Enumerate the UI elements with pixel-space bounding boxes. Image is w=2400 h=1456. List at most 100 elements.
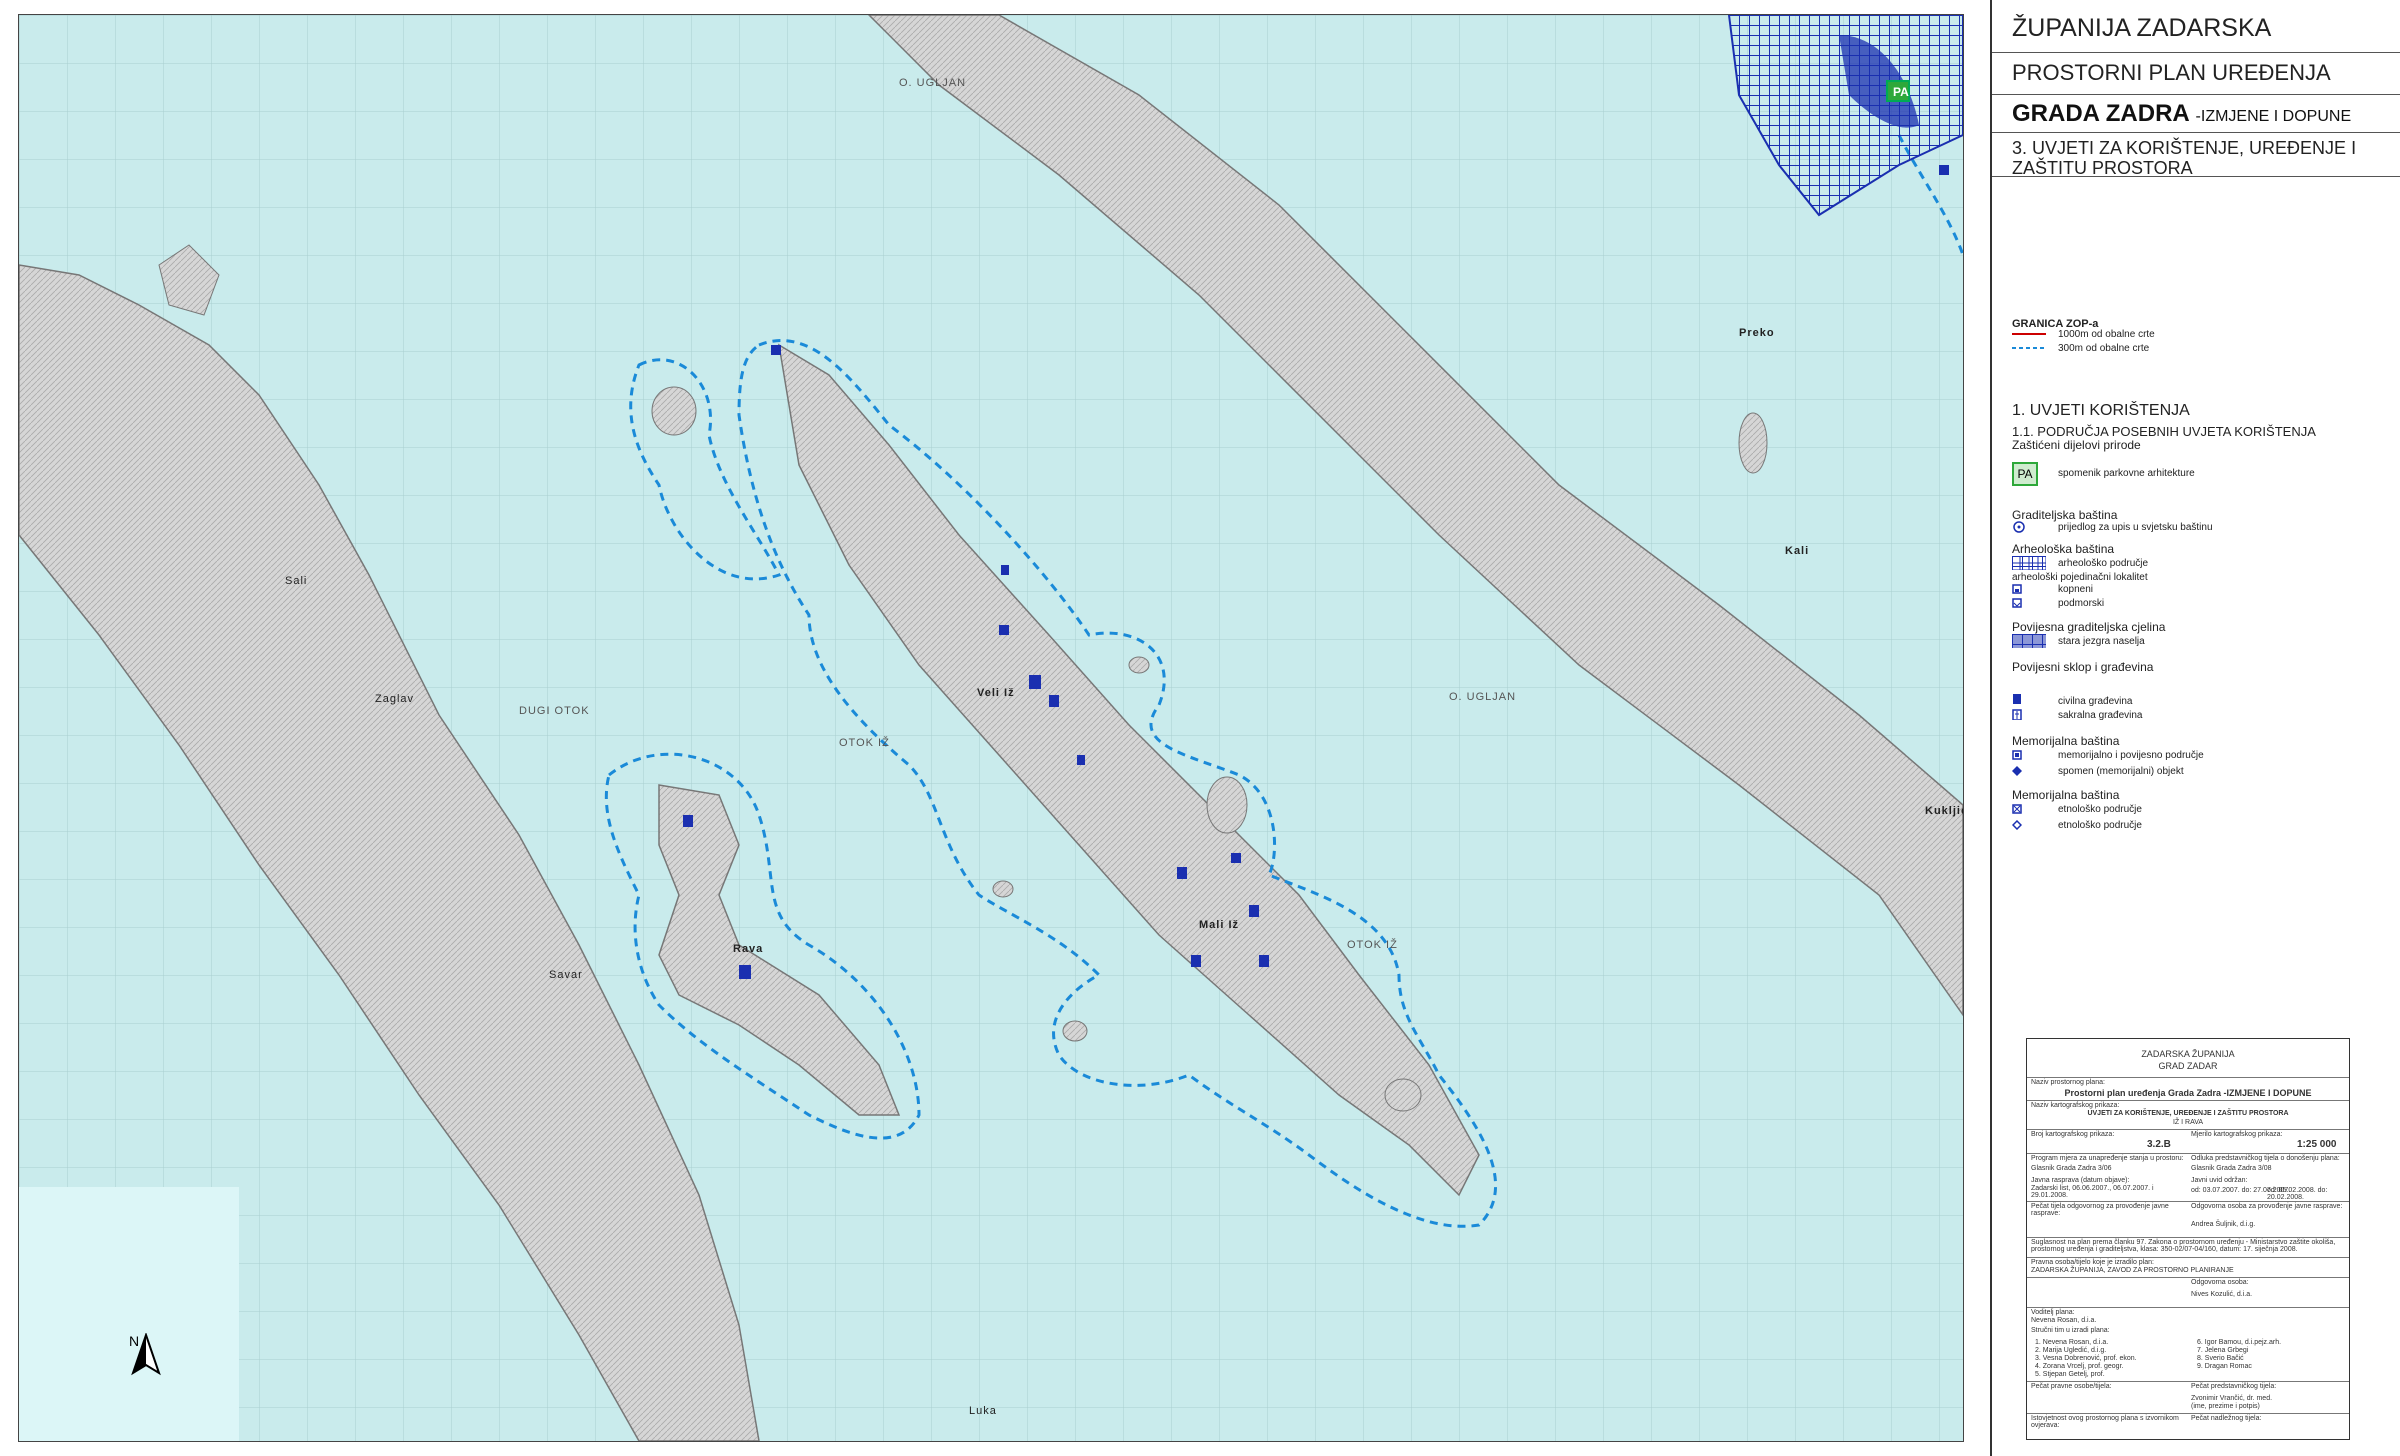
- pa-legend-icon: PA: [2012, 462, 2038, 486]
- tb-plan-name: Prostorni plan uređenja Grada Zadra -IZM…: [2064, 1088, 2312, 1098]
- legend-sec1: 1. UVJETI KORIŠTENJA: [2012, 402, 2190, 419]
- tb-izrad-lbl: Pravna osoba/tijelo koje je izradilo pla…: [2031, 1259, 2154, 1266]
- tb-voditelj-val: Nevena Rosan, d.i.a.: [2031, 1317, 2097, 1324]
- tb-odg-val: Andrea Šuljnik, d.i.g.: [2191, 1221, 2256, 1228]
- map-label-zaglav: Zaglav: [375, 693, 415, 705]
- tb-tim-2: 2. Marija Ugledić, d.i.g.: [2035, 1347, 2107, 1354]
- map-label-otok-iz-2: OTOK IŽ: [1347, 939, 1398, 951]
- legend-mem2-head: Memorijalna baština: [2012, 788, 2120, 802]
- header-sheet-title: 3. UVJETI ZA KORIŠTENJE, UREĐENJE I ZAŠT…: [2012, 138, 2357, 178]
- map-label-preko: Preko: [1739, 327, 1775, 339]
- legend-arh-sites: arheološki pojedinačni lokalitet: [2012, 572, 2148, 583]
- world-heritage-icon: [2013, 521, 2025, 533]
- map-label-veli-iz: Veli Iž: [977, 687, 1015, 699]
- map-label-dugi-otok: DUGI OTOK: [519, 705, 590, 717]
- tb-scale: 1:25 000: [2297, 1139, 2337, 1150]
- map-label-rava: Rava: [733, 943, 764, 955]
- zop-lines-icon: [2012, 333, 2046, 349]
- header-sheet-row: 3. UVJETI ZA KORIŠTENJE, UREĐENJE I ZAŠT…: [1992, 132, 2400, 178]
- inset-area: [19, 1187, 239, 1441]
- map-label-ugljan-north: O. UGLJAN: [899, 77, 967, 89]
- tb-tim-5: 5. Stjepan Getelj, prof.: [2035, 1371, 2105, 1378]
- map-canvas: [19, 15, 1963, 1441]
- header-plan-row: PROSTORNI PLAN UREĐENJA: [1992, 52, 2400, 95]
- legend-sec11: 1.1. PODRUČJA POSEBNIH UVJETA KORIŠTENJA: [2012, 424, 2316, 439]
- legend-mem-head: Memorijalna baština: [2012, 734, 2120, 748]
- tb-pecat2-lbl: Pečat pravne osobe/tijela:: [2031, 1383, 2112, 1390]
- tb-javna-lbl: Javna rasprava (datum objave):: [2031, 1177, 2130, 1184]
- header-suffix: -IZMJENE I DOPUNE: [2195, 108, 2352, 125]
- legend-civ: civilna građevina: [2058, 696, 2133, 707]
- legend-sklop-head: Povijesni sklop i građevina: [2012, 660, 2154, 674]
- arch-sea-icon: [2012, 598, 2022, 608]
- legend-zop-1000: 1000m od obalne crte: [2058, 329, 2155, 340]
- sacral-building-icon: [2012, 709, 2022, 720]
- legend-etno1: etnološko područje: [2058, 804, 2142, 815]
- tb-tim-6: 6. Igor Bamou, d.i.pejz.arh.: [2197, 1339, 2282, 1346]
- tb-odluka-lbl: Odluka predstavničkog tijela o donošenju…: [2191, 1155, 2340, 1162]
- legend-arh-kop: kopneni: [2058, 584, 2094, 595]
- civil-building-icon: [2013, 694, 2021, 704]
- map-label-kali: Kali: [1785, 545, 1810, 557]
- arch-area-icon: [2012, 556, 2046, 570]
- tb-plan-lbl: Naziv prostornog plana:: [2031, 1079, 2105, 1086]
- tb-num-lbl: Broj kartografskog prikaza:: [2031, 1131, 2115, 1138]
- tb-scale-lbl: Mjerilo kartografskog prikaza:: [2191, 1131, 2283, 1138]
- legend-mem1: memorijalno i povijesno područje: [2058, 750, 2204, 761]
- legend-grad-item: prijedlog za upis u svjetsku baštinu: [2058, 522, 2213, 533]
- map-label-luka: Luka: [969, 1405, 997, 1417]
- map-label-otok-iz: OTOK IŽ: [839, 737, 890, 749]
- legend-sec11b: Zaštićeni dijelovi prirode: [2012, 438, 2141, 452]
- legend-zop-300: 300m od obalne crte: [2058, 343, 2150, 354]
- map-frame[interactable]: O. UGLJAN DUGI OTOK OTOK IŽ O. UGLJAN OT…: [18, 14, 1964, 1442]
- tb-odgov-val: Nives Kozulić, d.i.a.: [2191, 1291, 2253, 1298]
- map-label-savar: Savar: [549, 969, 583, 981]
- tb-prog-val: Glasnik Grada Zadra 3/06: [2031, 1165, 2112, 1172]
- tb-uvid2: od: 05.02.2008. do: 20.02.2008.: [2267, 1187, 2328, 1201]
- tb-org1: ZADARSKA ŽUPANIJA: [2141, 1049, 2235, 1059]
- tb-sheet-sub: IŽ I RAVA: [2172, 1119, 2204, 1126]
- tb-uvid-lbl: Javni uvid održan:: [2191, 1177, 2248, 1184]
- tb-pecat-lbl: Pečat tijela odgovornog za provođenje ja…: [2031, 1203, 2169, 1217]
- tb-odluka-val: Glasnik Grada Zadra 3/08: [2191, 1165, 2272, 1172]
- tb-pred-lbl: (ime, prezime i potpis): [2191, 1403, 2260, 1410]
- legend-arh-pod: podmorski: [2058, 598, 2105, 609]
- legend-arh-head: Arheološka baština: [2012, 542, 2115, 556]
- map-label-ugljan-east: O. UGLJAN: [1449, 691, 1517, 703]
- memorial-area-icon: [2012, 750, 2022, 760]
- pa-marker-label: PA: [1893, 85, 1909, 99]
- legend-pov-head: Povijesna graditeljska cjelina: [2012, 620, 2166, 634]
- tb-pecat4-lbl: Pečat nadležnog tijela:: [2191, 1415, 2262, 1422]
- map-label-kukljica: Kukljica: [1925, 805, 1963, 817]
- tb-tim-3: 3. Vesna Dobrenović, prof. ekon.: [2035, 1355, 2137, 1362]
- tb-sheet-name: UVJETI ZA KORIŠTENJE, UREĐENJE I ZAŠTITU…: [2087, 1110, 2289, 1117]
- legend-pov-item: stara jezgra naselja: [2058, 636, 2145, 647]
- header-city-row: GRADA ZADRA -IZMJENE I DOPUNE: [1992, 94, 2400, 133]
- north-arrow: N: [129, 1333, 161, 1376]
- tb-istov-lbl: Istovjetnost ovog prostornog plana s izv…: [2031, 1415, 2179, 1429]
- map-label-mali-iz: Mali Iž: [1199, 919, 1240, 931]
- tb-sheet-lbl: Naziv kartografskog prikaza:: [2031, 1102, 2120, 1109]
- tb-num: 3.2.B: [2147, 1139, 2171, 1150]
- tb-pred-val: Zvonimir Vrančić, dr. med.: [2191, 1395, 2273, 1402]
- map-label-sali: Sali: [285, 575, 308, 587]
- tb-tim-9: 9. Dragan Romac: [2197, 1363, 2252, 1370]
- legend-mem2: spomen (memorijalni) objekt: [2058, 766, 2184, 777]
- tb-org2: GRAD ZADAR: [2158, 1061, 2218, 1071]
- legend-etno2: etnološko područje: [2058, 820, 2142, 831]
- tb-suglasnost: Suglasnost na plan prema članku 97. Zako…: [2031, 1239, 2336, 1253]
- header-city: GRADA ZADRA: [2012, 100, 2189, 127]
- tb-odgov-lbl: Odgovorna osoba:: [2191, 1279, 2249, 1286]
- tb-javna-val: Zadarski list, 06.06.2007., 06.07.2007. …: [2031, 1185, 2154, 1199]
- header-plan: PROSTORNI PLAN UREĐENJA: [2012, 60, 2331, 85]
- ethno-area-icon: [2012, 804, 2022, 814]
- tb-voditelj-lbl: Voditelj plana:: [2031, 1309, 2075, 1316]
- tb-pecat3-lbl: Pečat predstavničkog tijela:: [2191, 1383, 2277, 1390]
- header-county: ŽUPANIJA ZADARSKA: [2012, 14, 2272, 42]
- tb-tim-1: 1. Nevena Rosan, d.i.a.: [2035, 1339, 2109, 1346]
- title-block: ZADARSKA ŽUPANIJA GRAD ZADAR Naziv prost…: [2026, 1038, 2350, 1440]
- header-county-row: ŽUPANIJA ZADARSKA: [1992, 0, 2400, 53]
- legend-pa-label: spomenik parkovne arhitekture: [2058, 468, 2195, 479]
- legend-sak: sakralna građevina: [2058, 710, 2143, 721]
- legend-grad-head: Graditeljska baština: [2012, 508, 2118, 522]
